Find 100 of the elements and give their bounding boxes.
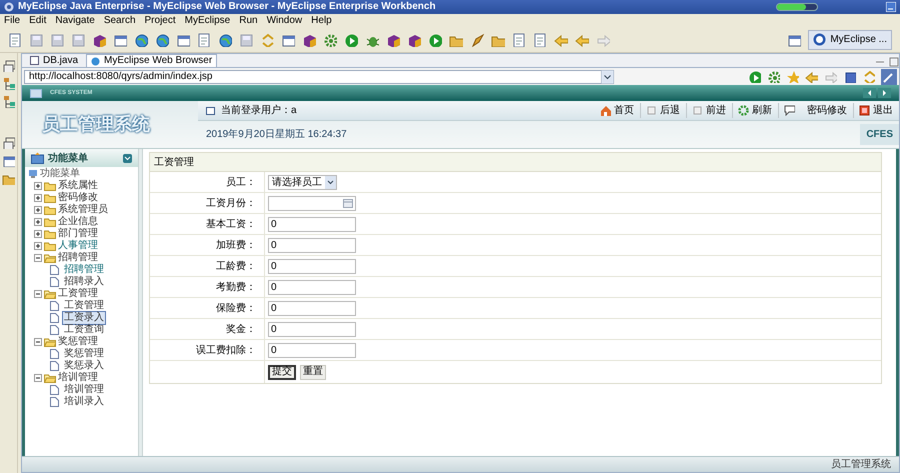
tree-item[interactable]: 奖惩管理 (58, 336, 98, 348)
tree-item[interactable]: 工资录入 (62, 311, 106, 325)
window-icon[interactable] (113, 32, 127, 46)
input-field[interactable]: 0 (268, 342, 356, 358)
tree-item[interactable]: 人事管理 (58, 240, 98, 252)
editor-tab[interactable]: MyEclipse Web Browser (86, 54, 218, 67)
hierarchy-icon[interactable] (2, 77, 15, 90)
input-field[interactable]: 0 (268, 238, 356, 252)
hierarchy-icon[interactable] (2, 95, 15, 108)
expander-icon[interactable] (34, 206, 42, 214)
input-field[interactable]: 0 (268, 322, 356, 336)
left-arrow-icon[interactable] (554, 32, 568, 46)
date-field[interactable] (268, 196, 356, 210)
left-arrow-icon[interactable] (575, 32, 589, 46)
menu-item[interactable]: Edit (29, 16, 46, 26)
nav-link[interactable]: 首页 (600, 103, 634, 118)
gear-icon[interactable] (767, 70, 780, 83)
input-field[interactable]: 0 (268, 216, 356, 232)
box-icon[interactable] (407, 32, 421, 46)
document-icon[interactable] (197, 32, 211, 46)
tree-item[interactable]: 招聘管理 (58, 252, 98, 264)
tree-item[interactable]: 奖惩管理 (62, 347, 106, 361)
nav-link[interactable]: 密码修改 (778, 103, 847, 118)
computer-icon (28, 169, 38, 179)
tree-item[interactable]: 培训管理 (62, 383, 106, 397)
menu-item[interactable]: Run (239, 16, 258, 26)
expander-icon[interactable] (34, 290, 42, 298)
input-field[interactable]: 0 (268, 300, 356, 316)
tree-item[interactable]: 培训录入 (62, 395, 106, 409)
play-icon[interactable] (344, 32, 358, 46)
expander-icon[interactable] (34, 182, 42, 190)
perspective-button[interactable]: MyEclipse ... (808, 30, 892, 50)
box-icon[interactable] (386, 32, 400, 46)
tree-root[interactable]: 功能菜单 (40, 168, 80, 180)
nav-link[interactable]: 刷新 (732, 103, 772, 118)
expander-icon[interactable] (34, 194, 42, 202)
nav-link[interactable]: 前进 (686, 103, 726, 118)
maximize-icon[interactable] (889, 57, 899, 67)
menu-item[interactable]: File (4, 16, 20, 26)
tree-item[interactable]: 培训管理 (58, 372, 98, 384)
menu-item[interactable]: Project (144, 16, 176, 26)
tree-item[interactable]: 系统管理员 (58, 204, 108, 216)
collapse-icon[interactable] (123, 154, 132, 162)
window-icon[interactable] (787, 32, 802, 46)
box-icon[interactable] (302, 32, 316, 46)
form-button[interactable]: 提交 (268, 364, 296, 380)
globe-icon[interactable] (155, 32, 169, 46)
menu-item[interactable]: Search (104, 16, 136, 26)
address-field[interactable]: http://localhost:8080/qyrs/admin/index.jsp (24, 70, 601, 84)
tree-item[interactable]: 密码修改 (58, 192, 98, 204)
left-arrow-icon[interactable] (805, 70, 818, 83)
nav-link[interactable]: 后退 (640, 103, 680, 118)
tree-item[interactable]: 招聘管理 (62, 263, 106, 277)
editor-tab[interactable]: DB.java (26, 54, 82, 67)
tree-item[interactable]: 部门管理 (58, 228, 98, 240)
employee-select[interactable]: 请选择员工 (268, 174, 337, 190)
window-icon[interactable] (281, 32, 295, 46)
nav-link[interactable]: 退出 (853, 103, 893, 118)
expander-icon[interactable] (34, 374, 42, 382)
menu-item[interactable]: Help (311, 16, 332, 26)
document-icon[interactable] (512, 32, 526, 46)
menu-item[interactable]: Window (266, 16, 302, 26)
restore-icon[interactable] (2, 136, 15, 149)
tree-item[interactable]: 工资查询 (62, 323, 106, 337)
document-icon[interactable] (533, 32, 547, 46)
dropdown-icon[interactable] (601, 70, 614, 84)
app-icon (4, 2, 14, 12)
input-field[interactable]: 0 (268, 258, 356, 274)
tree-item[interactable]: 工资管理 (62, 299, 106, 313)
expander-icon[interactable] (34, 242, 42, 250)
menu-item[interactable]: MyEclipse (184, 16, 230, 26)
tree-item[interactable]: 招聘录入 (62, 275, 106, 289)
field-label: 保险费： (216, 302, 256, 316)
menu-item[interactable]: Navigate (55, 16, 95, 26)
expander-icon[interactable] (34, 230, 42, 238)
tree-item[interactable]: 工资管理 (58, 288, 98, 300)
form-button[interactable]: 重置 (300, 364, 326, 380)
restore-icon[interactable] (2, 59, 15, 72)
star-icon[interactable] (786, 70, 799, 83)
gear-icon[interactable] (323, 32, 337, 46)
tree-item[interactable]: 系统属性 (58, 180, 98, 192)
nav-arrows-icon[interactable] (863, 88, 891, 98)
expander-icon[interactable] (34, 338, 42, 346)
monitor-icon (30, 88, 42, 98)
play-icon[interactable] (748, 70, 761, 83)
document-icon[interactable] (8, 32, 22, 46)
globe-icon[interactable] (218, 32, 232, 46)
globe-icon[interactable] (134, 32, 148, 46)
input-field[interactable]: 0 (268, 280, 356, 294)
tree-item[interactable]: 奖惩录入 (62, 359, 106, 373)
minimize-icon[interactable] (886, 2, 896, 12)
calendar-icon[interactable] (343, 198, 353, 208)
window-icon[interactable] (2, 154, 15, 167)
field-label: 员工： (226, 176, 256, 190)
box-icon[interactable] (92, 32, 106, 46)
expander-icon[interactable] (34, 254, 42, 262)
tree-item[interactable]: 企业信息 (58, 216, 98, 228)
window-icon[interactable] (176, 32, 190, 46)
play-icon[interactable] (428, 32, 442, 46)
expander-icon[interactable] (34, 218, 42, 226)
